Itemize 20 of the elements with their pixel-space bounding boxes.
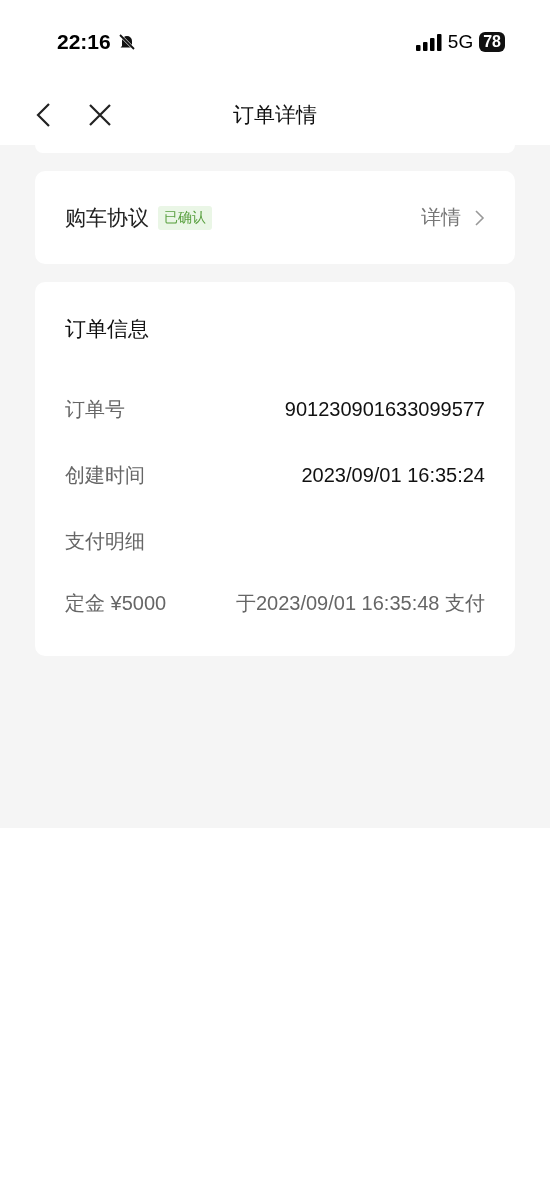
page-title: 订单详情 (233, 102, 317, 126)
chevron-right-icon (475, 209, 485, 226)
payment-amount: 定金 ¥5000 (65, 590, 167, 616)
details-link[interactable]: 详情 (421, 204, 461, 231)
field-label: 创建时间 (65, 462, 145, 488)
subsection-label: 支付明细 (65, 528, 145, 554)
time: 22:16 (57, 30, 111, 54)
battery-icon: 78 (479, 32, 505, 52)
network-label: 5G (447, 31, 474, 53)
agreement-label: 购车协议 (65, 204, 149, 231)
field-value: 901230901633099577 (284, 397, 485, 421)
signal-icon (415, 33, 442, 51)
section-title: 订单信息 (65, 316, 150, 342)
status-badge: 已确认 (158, 205, 212, 230)
payment-time: 于2023/09/01 16:35:48 支付 (235, 590, 485, 616)
agreement-card[interactable]: 购车协议 已确认 详情 (35, 171, 515, 264)
field-label: 订单号 (65, 396, 125, 422)
field-value: 2023/09/01 16:35:24 (301, 463, 485, 487)
close-icon[interactable] (88, 102, 112, 127)
muted-bell-icon (116, 32, 137, 52)
